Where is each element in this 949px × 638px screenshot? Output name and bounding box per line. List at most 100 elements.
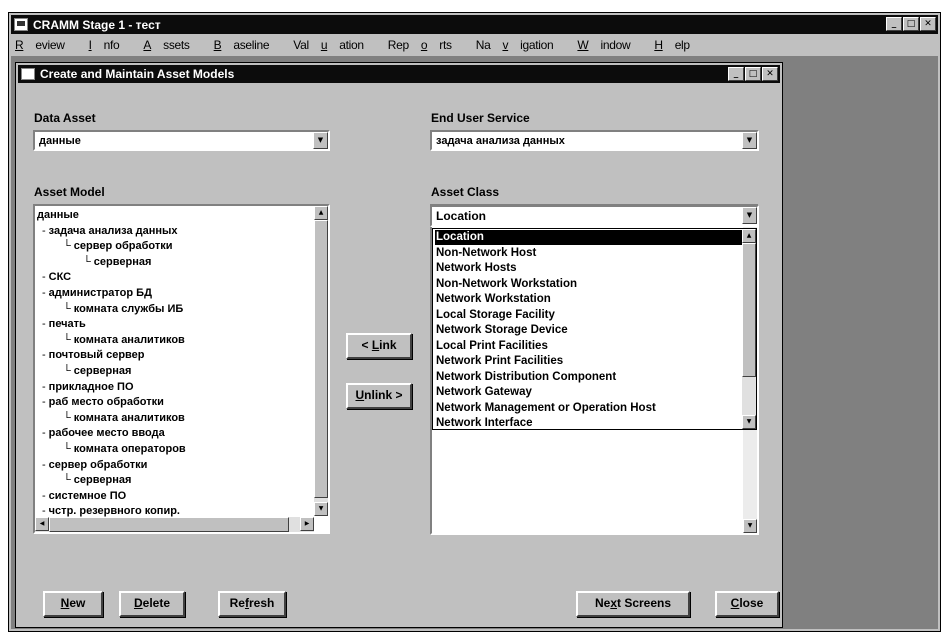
tree-item[interactable]: - системное ПО (42, 490, 126, 503)
tree-item-label: комната службы ИБ (73, 302, 184, 315)
asset-class-combo[interactable]: Location ▼ (430, 205, 759, 227)
next-screens-button[interactable]: Next Screens (576, 591, 690, 617)
asset-class-option[interactable]: Network Management or Operation Host (435, 401, 735, 416)
tree-item[interactable]: └ комната аналитиков (63, 412, 185, 425)
tree-connector: └ (63, 365, 71, 377)
menu-item-rest: elp (674, 38, 690, 52)
menu-item-window[interactable]: Window (577, 38, 642, 52)
refresh-button-pre: Re (229, 596, 245, 610)
asset-model-vscroll-thumb[interactable] (314, 220, 328, 498)
tree-item[interactable]: - прикладное ПО (42, 381, 134, 394)
asset-class-option[interactable]: Location (435, 230, 743, 245)
app-icon[interactable] (14, 18, 28, 31)
child-maximize-button[interactable]: □ (745, 67, 761, 81)
end-user-service-dropdown-button[interactable]: ▼ (742, 132, 757, 149)
menu-item-assets[interactable]: Assets (143, 38, 201, 52)
tree-item[interactable]: - СКС (42, 271, 71, 284)
asset-model-tree[interactable]: данные - задача анализа данных └ сервер обра… (33, 204, 330, 534)
tree-item[interactable]: └ комната аналитиков (63, 334, 185, 347)
tree-item[interactable]: └ комната операторов (63, 443, 186, 456)
end-user-service-combo[interactable]: задача анализа данных ▼ (430, 130, 759, 151)
asset-class-option[interactable]: Network Interface (435, 416, 735, 429)
menu-item-info[interactable]: Info (89, 38, 132, 52)
tree-connector: - (42, 427, 46, 440)
asset-class-option[interactable]: Network Hosts (435, 261, 735, 276)
menu-item-rest: eview (35, 38, 65, 52)
new-button[interactable]: New (43, 591, 103, 617)
asset-class-scroll-down-button[interactable]: ▼ (743, 519, 757, 533)
asset-class-option[interactable]: Non-Network Host (435, 246, 735, 261)
tree-item-label: чстр. резервного копир. (48, 505, 180, 518)
asset-class-option[interactable]: Network Print Facilities (435, 354, 735, 369)
menu-item-accelerator: R (15, 38, 24, 52)
tree-item[interactable]: - печать (42, 318, 86, 331)
tree-item-label: комната операторов (73, 443, 186, 455)
asset-class-option[interactable]: Non-Network Workstation (435, 277, 735, 292)
tree-item-label: рабочее место ввода (48, 427, 165, 440)
tree-item[interactable]: - раб место обработки (42, 396, 164, 409)
tree-item[interactable]: данные (37, 209, 79, 222)
menu-item-baseline[interactable]: Baseline (214, 38, 282, 52)
child-minimize-button[interactable]: _ (728, 67, 744, 81)
delete-button[interactable]: Delete (119, 591, 185, 617)
menu-item-review[interactable]: Review (15, 38, 77, 52)
scroll-left-button[interactable]: ◀ (35, 517, 49, 531)
tree-item[interactable]: - администратор БД (42, 287, 152, 300)
asset-class-dropdown-list[interactable]: Location Non-Network Host Network Hosts Non… (432, 228, 757, 430)
child-close-button[interactable]: ✕ (762, 67, 778, 81)
menu-item-reports[interactable]: Rep o rts (388, 38, 464, 52)
data-asset-value: данные (39, 135, 81, 147)
asset-class-option[interactable]: Local Storage Facility (435, 308, 735, 323)
menu-item-rest: ation (339, 38, 364, 52)
tree-item[interactable]: - почтовый сервер (42, 349, 145, 362)
link-button[interactable]: < Link (346, 333, 412, 359)
data-asset-dropdown-button[interactable]: ▼ (313, 132, 328, 149)
dropdown-scroll-down-button[interactable]: ▼ (742, 415, 756, 429)
tree-item[interactable]: - рабочее место ввода (42, 427, 165, 440)
tree-item[interactable]: - сервер обработки (42, 459, 147, 472)
tree-item[interactable]: - задача анализа данных (42, 225, 178, 238)
dropdown-scroll-up-button[interactable]: ▲ (742, 229, 756, 243)
data-asset-combo[interactable]: данные ▼ (33, 130, 330, 151)
asset-model-hscroll-thumb[interactable] (49, 517, 289, 532)
scroll-right-button[interactable]: ▶ (300, 517, 314, 531)
tree-item[interactable]: └ серверная (83, 256, 151, 269)
minimize-button[interactable]: _ (886, 17, 902, 31)
tree-connector: - (42, 318, 46, 331)
menu-item-navigation[interactable]: Na v igation (476, 38, 566, 52)
close-button[interactable]: ✕ (920, 17, 936, 31)
asset-model-hscroll[interactable]: ◀ ▶ (35, 517, 314, 532)
menu-item-valuation[interactable]: Val u ation (293, 38, 375, 52)
tree-connector: - (42, 396, 46, 409)
new-button-rest: ew (69, 596, 86, 610)
arrow-down-icon: ▼ (746, 418, 752, 425)
child-window-icon[interactable] (21, 68, 35, 80)
tree-item-label: комната аналитиков (73, 333, 185, 346)
dropdown-vscroll-thumb[interactable] (742, 243, 756, 377)
menu-item-pre: Val (293, 38, 309, 52)
unlink-button[interactable]: Unlink > (346, 383, 412, 409)
tree-item[interactable]: └ серверная (63, 365, 131, 378)
scroll-down-button[interactable]: ▼ (314, 502, 328, 516)
asset-model-vscroll[interactable]: ▲ ▼ (314, 206, 328, 516)
dropdown-vscroll[interactable]: ▲ ▼ (742, 229, 756, 429)
tree-item[interactable]: └ серверная (63, 474, 131, 487)
asset-class-dropdown-button[interactable]: ▼ (742, 207, 757, 224)
scroll-up-button[interactable]: ▲ (314, 206, 328, 220)
tree-connector: - (42, 458, 46, 471)
tree-item[interactable]: └ комната службы ИБ (63, 303, 183, 316)
child-titlebar[interactable]: Create and Maintain Asset Models _ □ ✕ (18, 65, 780, 83)
asset-class-option[interactable]: Network Gateway (435, 385, 735, 400)
refresh-button[interactable]: Refresh (218, 591, 286, 617)
maximize-button[interactable]: □ (903, 17, 919, 31)
asset-class-option[interactable]: Local Print Facilities (435, 339, 735, 354)
close-window-button[interactable]: Close (715, 591, 779, 617)
menu-item-help[interactable]: Help (654, 38, 702, 52)
menu-bar: Review Info Assets Baseline Val u ation Rep o rts… (11, 35, 938, 55)
app-titlebar[interactable]: CRAMM Stage 1 - тест _ □ ✕ (11, 15, 938, 34)
tree-item[interactable]: └ сервер обработки (63, 240, 173, 253)
arrow-down-icon: ▼ (318, 505, 324, 512)
asset-class-option[interactable]: Network Workstation (435, 292, 735, 307)
asset-class-option[interactable]: Network Storage Device (435, 323, 735, 338)
asset-class-option[interactable]: Network Distribution Component (435, 370, 735, 385)
